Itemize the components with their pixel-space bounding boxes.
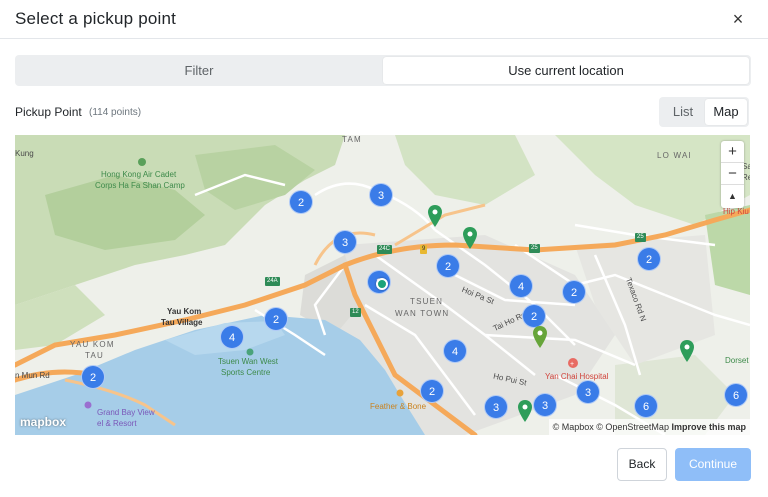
map-label-kung: Kung [15,149,34,158]
modal-footer: Back Continue [0,440,768,497]
pickup-map[interactable]: + TAM Kung LO WAI Sa Re Hip Kiu Hong Kon… [15,135,750,435]
map-label-hip-kiu: Hip Kiu [723,207,749,216]
location-mode-segmented-control: Filter Use current location [15,55,751,86]
map-label-yau-kom-tau: YAU KOM [70,340,115,349]
pickup-point-count: (114 points) [89,107,142,118]
pickup-cluster[interactable]: 2 [289,190,313,214]
pickup-pin-icon[interactable] [533,326,547,348]
route-shield-25-a: 25 [529,244,540,253]
map-attribution: © Mapbox © OpenStreetMap Improve this ma… [548,419,750,435]
pickup-cluster[interactable]: 2 [522,304,546,328]
pickup-pin-icon[interactable] [518,400,532,422]
pickup-cluster[interactable]: 3 [533,393,557,417]
map-label-cadet-2: Corps Ha Fa Shan Camp [95,181,185,190]
map-label-yau-kom: Yau Kom [167,307,202,316]
pickup-cluster[interactable]: 2 [562,280,586,304]
compass-icon[interactable]: ▲ [721,185,744,207]
pickup-point-label: Pickup Point [15,105,82,119]
continue-button[interactable]: Continue [675,448,751,481]
modal-title: Select a pickup point [15,9,177,28]
pickup-cluster[interactable]: 3 [576,380,600,404]
route-shield-25-b: 25 [635,233,646,242]
pickup-cluster[interactable]: 2 [264,307,288,331]
use-current-location-tab[interactable]: Use current location [383,57,749,84]
map-label-lo-wai: LO WAI [657,151,692,160]
pickup-cluster[interactable]: 4 [509,274,533,298]
route-shield-9: 9 [420,245,428,254]
pickup-cluster[interactable]: 6 [634,394,658,418]
improve-map-link[interactable]: Improve this map [671,422,746,432]
map-label-feather-bone: Feather & Bone [370,402,427,411]
pickup-cluster[interactable]: 3 [333,230,357,254]
pickup-cluster[interactable]: 6 [724,383,748,407]
map-view-button[interactable]: Map [705,99,747,125]
pickup-cluster[interactable]: 2 [436,254,460,278]
map-label-hospital: Yan Chai Hospital [545,372,609,381]
map-label-tau-village: Tau Village [161,318,203,327]
pickup-cluster[interactable]: 4 [220,325,244,349]
route-shield-24a: 24A [265,277,280,286]
view-toggle: List Map [659,97,749,127]
map-label-resort: el & Resort [97,419,137,428]
svg-text:+: + [570,361,574,368]
pickup-cluster[interactable]: 3 [484,395,508,419]
map-label-tau: TAU [85,351,105,360]
pickup-pin-icon[interactable] [463,227,477,249]
modal-header: Select a pickup point × [0,0,768,39]
pickup-pin-icon[interactable] [428,205,442,227]
route-shield-24c: 24C [377,245,393,254]
back-button[interactable]: Back [617,448,667,481]
map-label-tsuen: TSUEN [410,297,444,306]
pickup-cluster[interactable]: 4 [443,339,467,363]
pickup-cluster[interactable]: 2 [420,379,444,403]
map-label-mun-rd: n Mun Rd [15,371,50,380]
map-label-grand-bay: Grand Bay View [97,408,155,417]
zoom-in-button[interactable]: + [721,141,744,163]
mapbox-logo[interactable]: mapbox [20,415,66,429]
zoom-out-button[interactable]: − [721,163,744,185]
map-label-cadet-1: Hong Kong Air Cadet [101,170,177,179]
map-label-dorset: Dorset [725,356,749,365]
pickup-cluster[interactable]: 3 [369,183,393,207]
map-label-sports-1: Tsuen Wan West [218,357,279,366]
filter-tab[interactable]: Filter [15,55,383,86]
current-location-marker [376,278,388,290]
attribution-text[interactable]: © Mapbox © OpenStreetMap [553,422,669,432]
map-navigation-controls: + − ▲ [721,141,744,208]
pickup-cluster[interactable]: 2 [637,247,661,271]
map-label-tam: TAM [342,135,362,144]
close-icon[interactable]: × [728,9,748,29]
route-shield-12: 12 [350,308,361,317]
pickup-cluster[interactable]: 2 [81,365,105,389]
map-label-sports-2: Sports Centre [221,368,271,377]
pickup-pin-icon[interactable] [680,340,694,362]
map-label-wan-town: WAN TOWN [395,309,450,318]
pickup-point-modal: Select a pickup point × Filter Use curre… [0,0,768,497]
list-view-button[interactable]: List [661,99,705,125]
